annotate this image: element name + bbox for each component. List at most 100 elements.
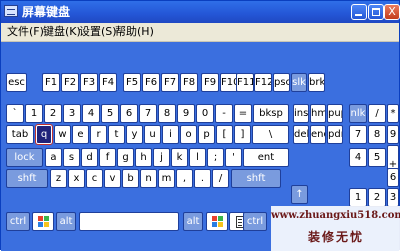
menu-help[interactable]: 帮助(H)	[115, 24, 154, 40]
key-x[interactable]: x	[68, 169, 85, 188]
key-t[interactable]: t	[108, 125, 125, 144]
key-num-multiply[interactable]: *	[387, 104, 399, 123]
key-y[interactable]: y	[126, 125, 143, 144]
key-d[interactable]: d	[81, 148, 98, 167]
key-f12[interactable]: F12	[254, 73, 272, 92]
key-j[interactable]: j	[153, 148, 170, 167]
key-left-ctrl[interactable]: ctrl	[6, 212, 30, 231]
key-right-ctrl[interactable]: ctrl	[243, 212, 267, 231]
key-period[interactable]: .	[194, 169, 211, 188]
key-l[interactable]: l	[189, 148, 206, 167]
key-brk[interactable]: brk	[308, 73, 325, 92]
menu-keyboard[interactable]: 键盘(K)	[43, 24, 81, 40]
key-quote[interactable]: '	[225, 148, 242, 167]
key-right-windows[interactable]	[206, 212, 228, 231]
minimize-button[interactable]	[351, 4, 367, 20]
key-left-windows[interactable]	[32, 212, 54, 231]
key-f11[interactable]: F11	[236, 73, 254, 92]
key-f5[interactable]: F5	[123, 73, 141, 92]
key-left-bracket[interactable]: [	[216, 125, 233, 144]
key-4[interactable]: 4	[82, 104, 100, 123]
key-right-bracket[interactable]: ]	[234, 125, 251, 144]
key-num-7[interactable]: 7	[349, 125, 367, 144]
key-p[interactable]: p	[198, 125, 215, 144]
key-s[interactable]: s	[63, 148, 80, 167]
key-f8[interactable]: F8	[180, 73, 198, 92]
key-a[interactable]: a	[45, 148, 62, 167]
key-num-3[interactable]: 3	[387, 188, 399, 207]
key-f[interactable]: f	[99, 148, 116, 167]
key-6[interactable]: 6	[120, 104, 138, 123]
key-2[interactable]: 2	[44, 104, 62, 123]
key-right-alt[interactable]: alt	[183, 212, 203, 231]
key-i[interactable]: i	[162, 125, 179, 144]
key-pgup[interactable]: pup	[327, 104, 343, 123]
key-r[interactable]: r	[90, 125, 107, 144]
key-num-6[interactable]: 6	[387, 168, 399, 187]
key-tab[interactable]: tab	[6, 125, 34, 144]
maximize-button[interactable]	[368, 4, 384, 20]
key-backspace[interactable]: bksp	[253, 104, 289, 123]
key-8[interactable]: 8	[158, 104, 176, 123]
key-3[interactable]: 3	[63, 104, 81, 123]
key-c[interactable]: c	[86, 169, 103, 188]
key-esc[interactable]: esc	[6, 73, 27, 92]
key-q[interactable]: q	[35, 124, 53, 145]
key-up-arrow[interactable]: ↑	[291, 185, 308, 204]
key-f2[interactable]: F2	[61, 73, 79, 92]
key-semicolon[interactable]: ;	[207, 148, 224, 167]
key-backtick[interactable]: `	[6, 104, 24, 123]
key-minus[interactable]: -	[215, 104, 233, 123]
key-num-divide[interactable]: /	[368, 104, 386, 123]
menu-file[interactable]: 文件(F)	[7, 24, 44, 40]
key-h[interactable]: h	[135, 148, 152, 167]
key-comma[interactable]: ,	[176, 169, 193, 188]
key-num-4[interactable]: 4	[349, 148, 367, 167]
key-9[interactable]: 9	[177, 104, 195, 123]
key-left-alt[interactable]: alt	[56, 212, 76, 231]
key-f7[interactable]: F7	[161, 73, 179, 92]
key-slash[interactable]: /	[212, 169, 229, 188]
title-bar[interactable]: 屏幕键盘 X	[1, 1, 400, 23]
key-right-shift[interactable]: shft	[231, 169, 281, 188]
key-k[interactable]: k	[171, 148, 188, 167]
key-slk[interactable]: slk	[291, 73, 307, 92]
key-m[interactable]: m	[158, 169, 175, 188]
menu-settings[interactable]: 设置(S)	[79, 24, 117, 40]
key-z[interactable]: z	[50, 169, 67, 188]
key-f4[interactable]: F4	[99, 73, 117, 92]
key-v[interactable]: v	[104, 169, 121, 188]
key-w[interactable]: w	[54, 125, 71, 144]
key-num-2[interactable]: 2	[368, 188, 386, 207]
key-del[interactable]: del	[293, 125, 309, 144]
key-pgdn[interactable]: pdn	[327, 125, 343, 144]
key-g[interactable]: g	[117, 148, 134, 167]
key-7[interactable]: 7	[139, 104, 157, 123]
key-0[interactable]: 0	[196, 104, 214, 123]
key-equals[interactable]: =	[234, 104, 252, 123]
key-num-5[interactable]: 5	[368, 148, 386, 167]
key-end[interactable]: end	[310, 125, 326, 144]
key-space[interactable]	[79, 212, 179, 231]
key-numlock[interactable]: nlk	[349, 104, 367, 123]
key-caps-lock[interactable]: lock	[6, 148, 43, 167]
key-e[interactable]: e	[72, 125, 89, 144]
key-n[interactable]: n	[140, 169, 157, 188]
key-u[interactable]: u	[144, 125, 161, 144]
key-psc[interactable]: psc	[273, 73, 290, 92]
key-f9[interactable]: F9	[201, 73, 219, 92]
key-5[interactable]: 5	[101, 104, 119, 123]
key-home[interactable]: hm	[310, 104, 326, 123]
key-f1[interactable]: F1	[42, 73, 60, 92]
key-num-9[interactable]: 9	[387, 125, 399, 144]
key-ins[interactable]: ins	[293, 104, 309, 123]
key-o[interactable]: o	[180, 125, 197, 144]
key-backslash[interactable]: \	[252, 125, 289, 144]
key-enter[interactable]: ent	[243, 148, 289, 167]
key-f6[interactable]: F6	[142, 73, 160, 92]
key-1[interactable]: 1	[25, 104, 43, 123]
key-f3[interactable]: F3	[80, 73, 98, 92]
key-b[interactable]: b	[122, 169, 139, 188]
key-num-1[interactable]: 1	[349, 188, 367, 207]
key-num-8[interactable]: 8	[368, 125, 386, 144]
